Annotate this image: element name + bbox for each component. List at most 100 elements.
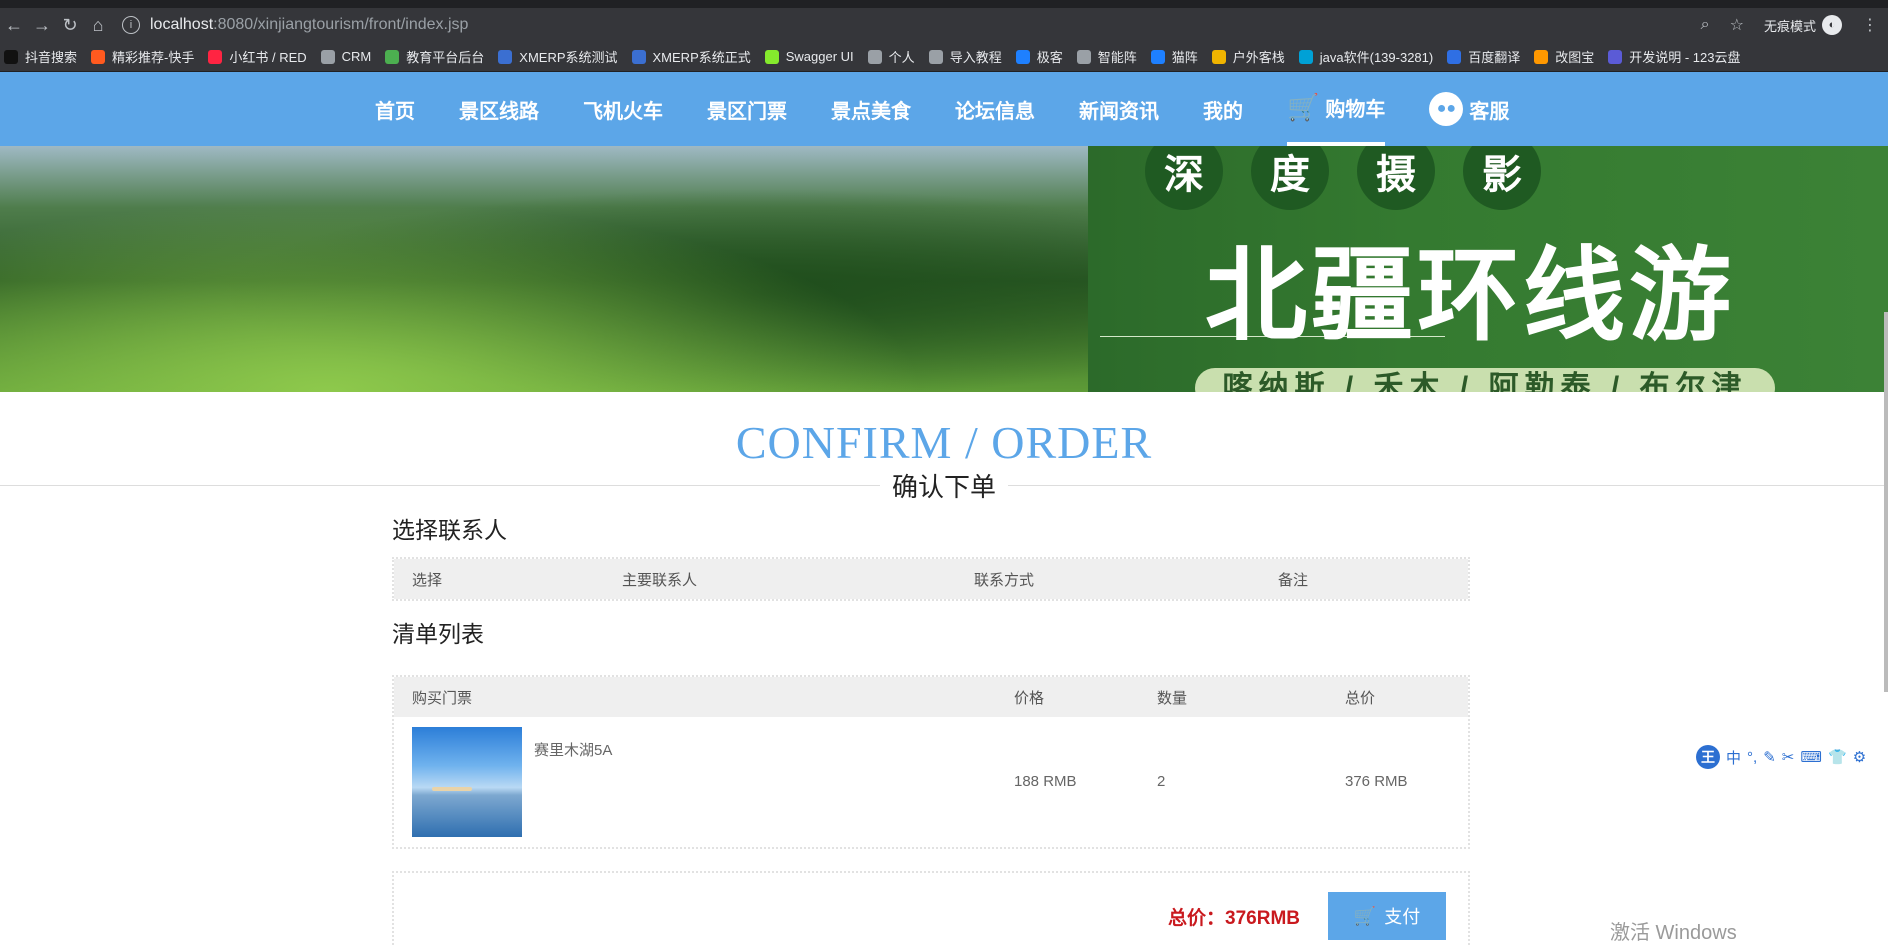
bookmark-item[interactable]: 猫阵 [1150,47,1198,66]
banner-pill: 度 [1251,146,1329,210]
page-scrollbar[interactable] [1884,312,1888,692]
nav-routes[interactable]: 景区线路 [459,72,539,146]
order-table: 购买门票 价格 数量 总价 赛里木湖5A 188 RMB 2 376 RMB [392,675,1470,849]
ime-tool[interactable]: 👕 [1828,748,1847,766]
incognito-indicator[interactable]: 无痕模式 ◐ [1764,15,1842,35]
bookmark-item[interactable]: Swagger UI [764,49,854,64]
bookmark-label: 极客 [1036,50,1063,65]
site-info-icon[interactable]: i [122,16,140,34]
order-header-row: 购买门票 价格 数量 总价 [394,677,1468,717]
bookmark-label: CRM [341,49,372,64]
browser-tabstrip [0,0,1888,8]
home-icon[interactable]: ⌂ [84,15,112,36]
bookmark-label: 抖音搜索 [25,50,78,65]
ime-tool[interactable]: ⌨ [1800,748,1822,766]
ticket-name[interactable]: 赛里木湖5A [534,739,612,837]
nav-tickets[interactable]: 景区门票 [707,72,787,146]
bookmark-label: 百度翻译 [1468,50,1521,65]
bookmark-favicon-icon [1608,49,1623,64]
bookmark-item[interactable]: 改图宝 [1534,47,1594,66]
nav-food[interactable]: 景点美食 [831,72,911,146]
order-header-total: 总价 [1345,689,1376,707]
banner-pill: 摄 [1357,146,1435,210]
bookmark-favicon-icon [1447,49,1462,64]
bookmark-favicon-icon [1298,49,1313,64]
bookmark-item[interactable]: CRM [320,49,372,64]
ticket-qty: 2 [1157,773,1166,790]
bookmark-item[interactable]: 智能阵 [1076,47,1137,66]
zoom-icon[interactable]: ⌕ [1701,16,1710,34]
bookmark-favicon-icon [4,49,18,64]
bookmark-star-icon[interactable]: ☆ [1730,15,1744,35]
page-heading-cn-wrap: 确认下单 [0,467,1888,504]
nav-home[interactable]: 首页 [375,72,415,146]
bookmark-label: java软件(139-3281) [1319,50,1434,65]
menu-icon[interactable]: ⋮ [1862,15,1878,35]
bookmark-label: XMERP系统正式 [652,50,751,65]
order-total: 总价：376RMB [1168,907,1300,929]
order-header-ticket: 购买门票 [412,689,473,707]
ime-tool[interactable]: 中 [1726,747,1741,768]
site-navbar: 首页 景区线路 飞机火车 景区门票 景点美食 论坛信息 新闻资讯 我的 🛒 购物… [0,72,1888,146]
bookmark-item[interactable]: 个人 [867,47,915,66]
order-header-qty: 数量 [1157,689,1188,707]
cart-icon: 🛒 [1353,905,1377,926]
bookmark-favicon-icon [764,49,779,64]
bookmark-favicon-icon [1534,49,1549,64]
ticket-price: 188 RMB [1014,773,1077,790]
bookmark-item[interactable]: 导入教程 [928,47,1002,66]
page-heading-en: CONFIRM / ORDER [735,417,1153,468]
nav-transport[interactable]: 飞机火车 [583,72,663,146]
bookmark-item[interactable]: 抖音搜索 [4,47,77,66]
bookmark-favicon-icon [867,49,882,64]
page-heading-cn: 确认下单 [879,467,1009,504]
nav-news[interactable]: 新闻资讯 [1079,72,1159,146]
ime-tool[interactable]: °, [1747,749,1757,766]
back-icon[interactable]: ← [0,15,28,36]
forward-icon[interactable]: → [28,15,56,36]
bookmark-item[interactable]: 极客 [1015,47,1063,66]
chat-icon: ●● [1429,92,1464,126]
bookmark-item[interactable]: 开发说明 - 123云盘 [1608,47,1741,66]
windows-activation-watermark: 激活 Windows [1610,922,1737,944]
nav-service[interactable]: ●● 客服 [1429,72,1509,146]
bookmark-item[interactable]: 精彩推荐-快手 [91,47,194,66]
bookmark-label: 导入教程 [949,50,1002,65]
nav-mine[interactable]: 我的 [1203,72,1243,146]
bookmark-favicon-icon [208,49,223,64]
bookmark-label: 改图宝 [1555,50,1595,65]
bookmark-item[interactable]: 教育平台后台 [385,47,484,66]
bookmark-item[interactable]: XMERP系统测试 [498,47,618,66]
ime-logo-icon[interactable]: 王 [1696,745,1720,769]
ticket-total: 376 RMB [1345,773,1408,790]
pay-button-label: 支付 [1384,907,1421,927]
bookmark-favicon-icon [928,49,943,64]
bookmark-item[interactable]: 户外客栈 [1211,47,1285,66]
bookmark-favicon-icon [1150,49,1165,64]
reload-icon[interactable]: ↻ [56,15,84,36]
bookmark-favicon-icon [385,49,400,64]
ime-tool[interactable]: ✎ [1763,748,1776,766]
banner-title: 北疆环线游 [1205,236,1735,356]
contacts-header-select: 选择 [412,571,443,589]
pay-button[interactable]: 🛒 支付 [1328,892,1446,940]
bookmark-item[interactable]: 百度翻译 [1447,47,1520,66]
ticket-thumbnail[interactable] [412,727,522,837]
contacts-header-phone: 联系方式 [974,571,1035,589]
bookmark-favicon-icon [1015,49,1030,64]
contacts-header-note: 备注 [1278,571,1309,589]
ime-tool[interactable]: ⚙ [1853,748,1866,766]
ime-tool[interactable]: ✂ [1782,748,1795,766]
table-row: 赛里木湖5A 188 RMB 2 376 RMB [394,717,1468,847]
nav-forum[interactable]: 论坛信息 [955,72,1035,146]
ime-toolbar[interactable]: 王 中 °, ✎ ✂ ⌨ 👕 ⚙ [1696,745,1866,769]
bookmark-item[interactable]: XMERP系统正式 [631,47,751,66]
bookmark-label: 小红书 / RED [229,50,307,65]
banner-pills: 深 度 摄 影 [1145,146,1541,210]
bookmark-favicon-icon [631,49,646,64]
contacts-title: 选择联系人 [392,517,507,543]
bookmark-item[interactable]: java软件(139-3281) [1298,47,1434,66]
address-bar[interactable]: i localhost:8080/xinjiangtourism/front/i… [112,16,1701,34]
nav-cart[interactable]: 🛒 购物车 [1287,72,1386,146]
bookmark-item[interactable]: 小红书 / RED [208,47,307,66]
